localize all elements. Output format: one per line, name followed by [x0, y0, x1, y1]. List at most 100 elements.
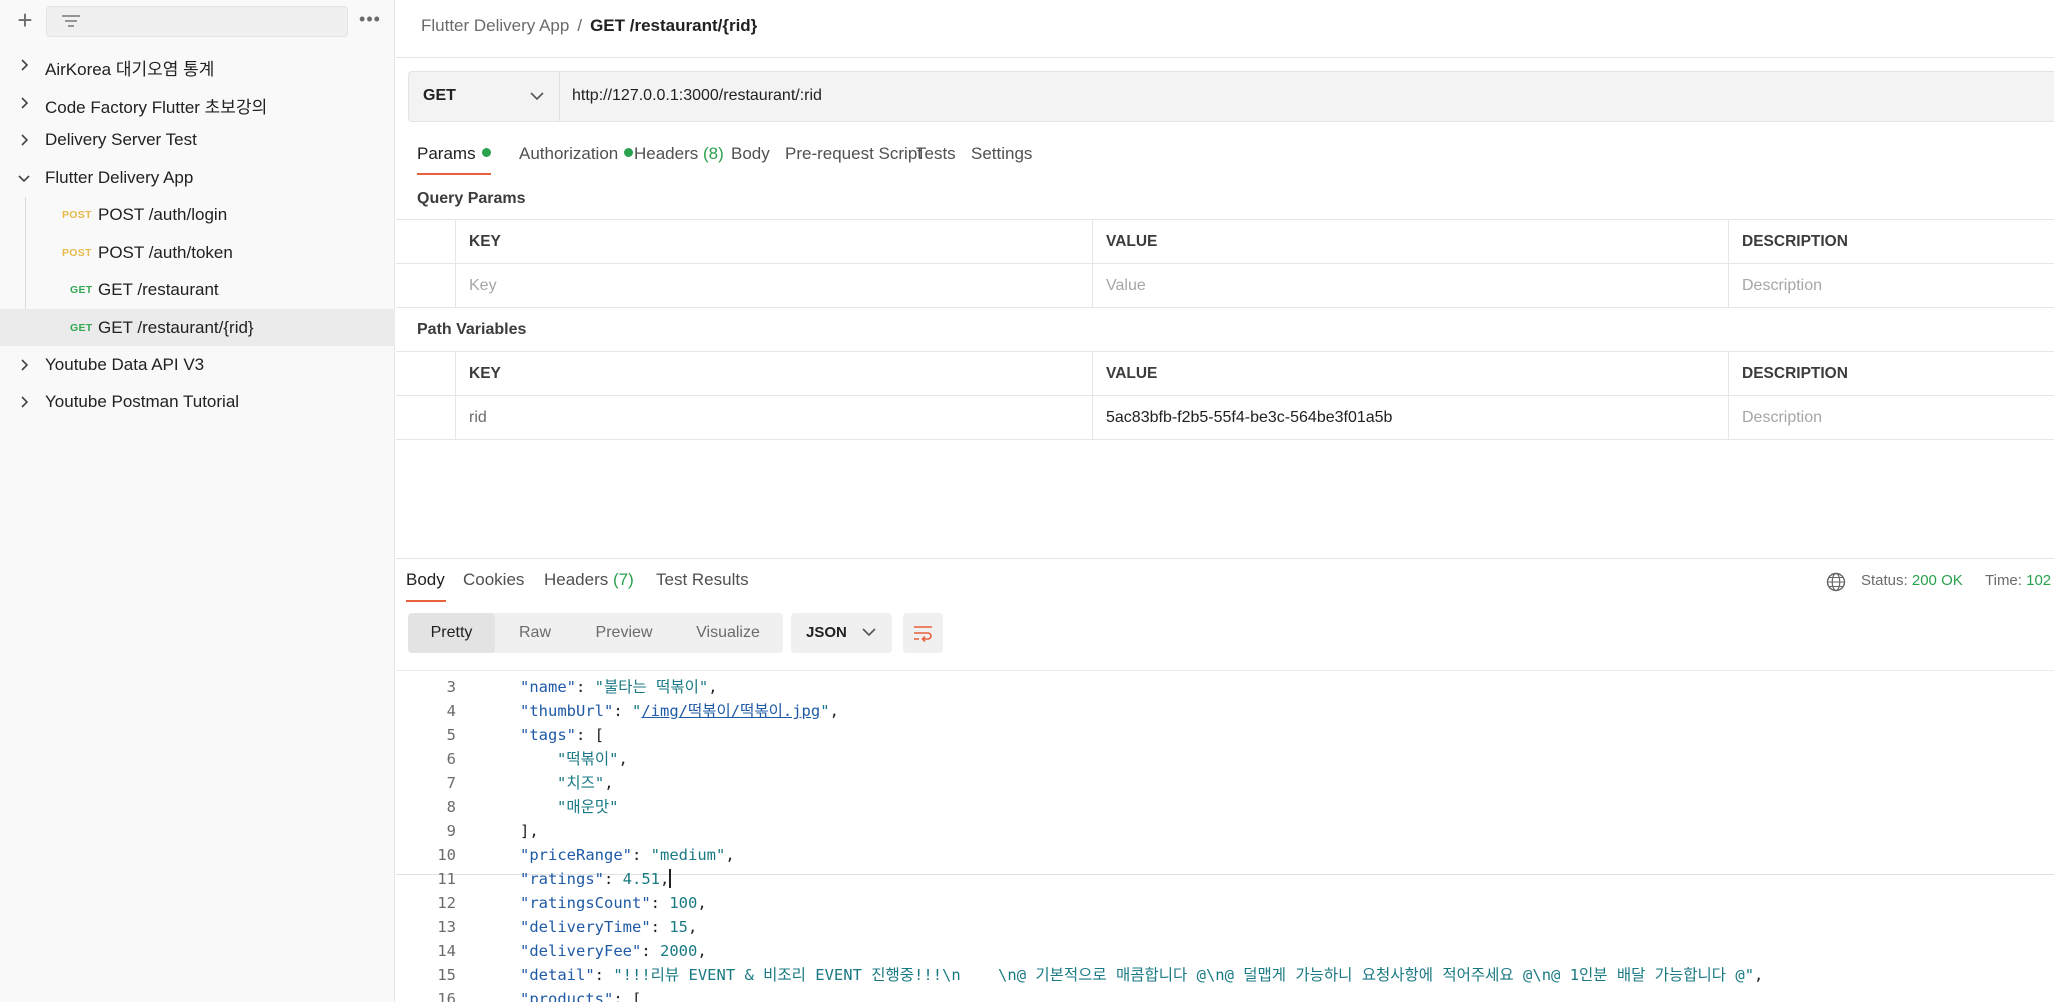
query-params-title: Query Params	[417, 190, 526, 207]
status-value[interactable]: 200 OK	[1912, 572, 1963, 589]
line-number: 8	[446, 798, 456, 816]
breadcrumb-current[interactable]: GET /restaurant/{rid}	[590, 16, 757, 35]
collection-code-factory[interactable]: Code Factory Flutter 초보강의	[0, 84, 395, 121]
response-body-editor[interactable]: 3 "name": "불타는 떡볶이", 4 "thumbUrl": "/img/떡…	[396, 670, 2054, 1002]
filter-icon	[62, 15, 80, 27]
status-dot	[481, 148, 491, 157]
url-input[interactable]: http://127.0.0.1:3000/restaurant/:rid	[572, 87, 822, 105]
request-item-restaurant[interactable]: GET GET /restaurant	[0, 271, 395, 308]
response-tab-body[interactable]: Body	[406, 570, 445, 590]
breadcrumb-separator: /	[577, 16, 583, 35]
view-preview-button[interactable]: Preview	[575, 613, 673, 653]
tab-authorization[interactable]: Authorization	[519, 144, 634, 164]
view-raw-button[interactable]: Raw	[495, 613, 575, 653]
main-panel: Flutter Delivery App / GET /restaurant/{ri…	[396, 0, 2054, 1002]
time-label: Time:	[1985, 572, 2022, 589]
url-bar: GET http://127.0.0.1:3000/restaurant/:ri…	[408, 71, 2054, 122]
method-select[interactable]: GET	[409, 72, 560, 121]
tab-label: Params	[417, 144, 476, 163]
code-line: 3 "name": "불타는 떡볶이",	[396, 675, 2054, 699]
tab-tests[interactable]: Tests	[916, 144, 956, 164]
divider	[396, 670, 2054, 671]
headers-count: (7)	[613, 570, 634, 589]
chevron-down-icon	[18, 175, 30, 183]
json-key: "deliveryFee"	[520, 942, 642, 960]
code-line: 6 "떡볶이",	[396, 747, 2054, 771]
collection-youtube-data-api[interactable]: Youtube Data API V3	[0, 346, 395, 383]
response-tab-headers[interactable]: Headers (7)	[544, 570, 634, 590]
tab-params[interactable]: Params	[417, 144, 491, 164]
code-line: 4 "thumbUrl": "/img/떡볶이/떡볶이.jpg",	[396, 699, 2054, 723]
column-description: DESCRIPTION	[1728, 220, 2054, 263]
line-number: 10	[437, 846, 456, 864]
sidebar: + ••• AirKorea 대기오염 통계 Code Factory Flut…	[0, 0, 395, 1002]
description-input[interactable]: Description	[1728, 396, 2054, 439]
path-variable-value[interactable]: 5ac83bfb-f2b5-55f4-be3c-564be3f01a5b	[1092, 396, 1728, 439]
status-label: Status:	[1861, 572, 1908, 589]
status-dot	[624, 148, 634, 157]
line-number: 16	[437, 990, 456, 1002]
key-input[interactable]: Key	[455, 264, 1092, 307]
path-variables-title: Path Variables	[417, 321, 527, 338]
collection-flutter-delivery-app[interactable]: Flutter Delivery App	[0, 159, 395, 196]
row-checkbox[interactable]	[396, 264, 455, 307]
column-key: KEY	[455, 220, 1092, 263]
sidebar-toolbar: + •••	[0, 0, 395, 44]
row-spacer	[396, 396, 455, 439]
tab-body[interactable]: Body	[731, 144, 770, 164]
response-tab-test-results[interactable]: Test Results	[656, 570, 749, 590]
request-item-auth-login[interactable]: POST POST /auth/login	[0, 196, 395, 233]
json-key: "thumbUrl"	[520, 702, 614, 720]
breadcrumb-parent[interactable]: Flutter Delivery App	[421, 16, 569, 35]
add-icon[interactable]: +	[12, 7, 38, 34]
tab-headers[interactable]: Headers (8)	[634, 144, 724, 164]
chevron-right-icon	[21, 59, 29, 71]
format-select[interactable]: JSON	[791, 613, 892, 653]
divider	[396, 57, 2054, 58]
collection-label: Youtube Data API V3	[45, 355, 205, 374]
wrap-lines-button[interactable]	[903, 613, 943, 653]
json-link[interactable]: /img/떡볶이/떡볶이.jpg	[641, 702, 820, 720]
value-input[interactable]: Value	[1092, 264, 1728, 307]
method-badge: POST	[62, 209, 92, 221]
tab-label: Authorization	[519, 144, 619, 163]
tab-pre-request-script[interactable]: Pre-request Script	[785, 144, 922, 164]
code-line: 16 "products": [	[396, 987, 2054, 1002]
table-header-row: KEY VALUE DESCRIPTION	[396, 220, 2054, 264]
view-visualize-button[interactable]: Visualize	[673, 613, 783, 653]
collection-label: Youtube Postman Tutorial	[45, 392, 240, 411]
method-badge: POST	[62, 247, 92, 259]
collection-youtube-postman-tutorial[interactable]: Youtube Postman Tutorial	[0, 383, 395, 420]
request-label: POST /auth/token	[98, 243, 233, 262]
response-tab-cookies[interactable]: Cookies	[463, 570, 524, 590]
line-number: 7	[446, 774, 456, 792]
json-key: "deliveryTime"	[520, 918, 651, 936]
tab-settings[interactable]: Settings	[971, 144, 1032, 164]
view-pretty-button[interactable]: Pretty	[408, 613, 495, 653]
json-string: "medium"	[650, 846, 726, 864]
request-item-auth-token[interactable]: POST POST /auth/token	[0, 234, 395, 271]
globe-icon[interactable]	[1825, 571, 1847, 593]
more-options-icon[interactable]: •••	[358, 8, 382, 32]
collection-airkorea[interactable]: AirKorea 대기오염 통계	[0, 46, 395, 83]
request-item-restaurant-rid[interactable]: GET GET /restaurant/{rid}	[0, 309, 395, 346]
filter-input[interactable]	[46, 6, 348, 37]
collection-delivery-server-test[interactable]: Delivery Server Test	[0, 121, 395, 158]
chevron-down-icon	[862, 628, 876, 637]
line-number: 15	[437, 966, 456, 984]
postman-app: + ••• AirKorea 대기오염 통계 Code Factory Flut…	[0, 0, 2054, 1002]
format-label: JSON	[806, 624, 847, 641]
column-value: VALUE	[1092, 220, 1728, 263]
column-description: DESCRIPTION	[1728, 352, 2054, 395]
line-number: 5	[446, 726, 456, 744]
time-value[interactable]: 102	[2026, 572, 2051, 589]
request-label: GET /restaurant	[98, 280, 219, 299]
json-string: "불타는 떡볶이"	[594, 678, 709, 696]
collection-label: Flutter Delivery App	[45, 168, 194, 187]
headers-count: (8)	[703, 144, 724, 163]
description-input[interactable]: Description	[1728, 264, 2054, 307]
breadcrumb: Flutter Delivery App / GET /restaurant/{ri…	[421, 16, 757, 36]
request-label: POST /auth/login	[98, 205, 228, 224]
line-number: 6	[446, 750, 456, 768]
line-number: 4	[446, 702, 456, 720]
